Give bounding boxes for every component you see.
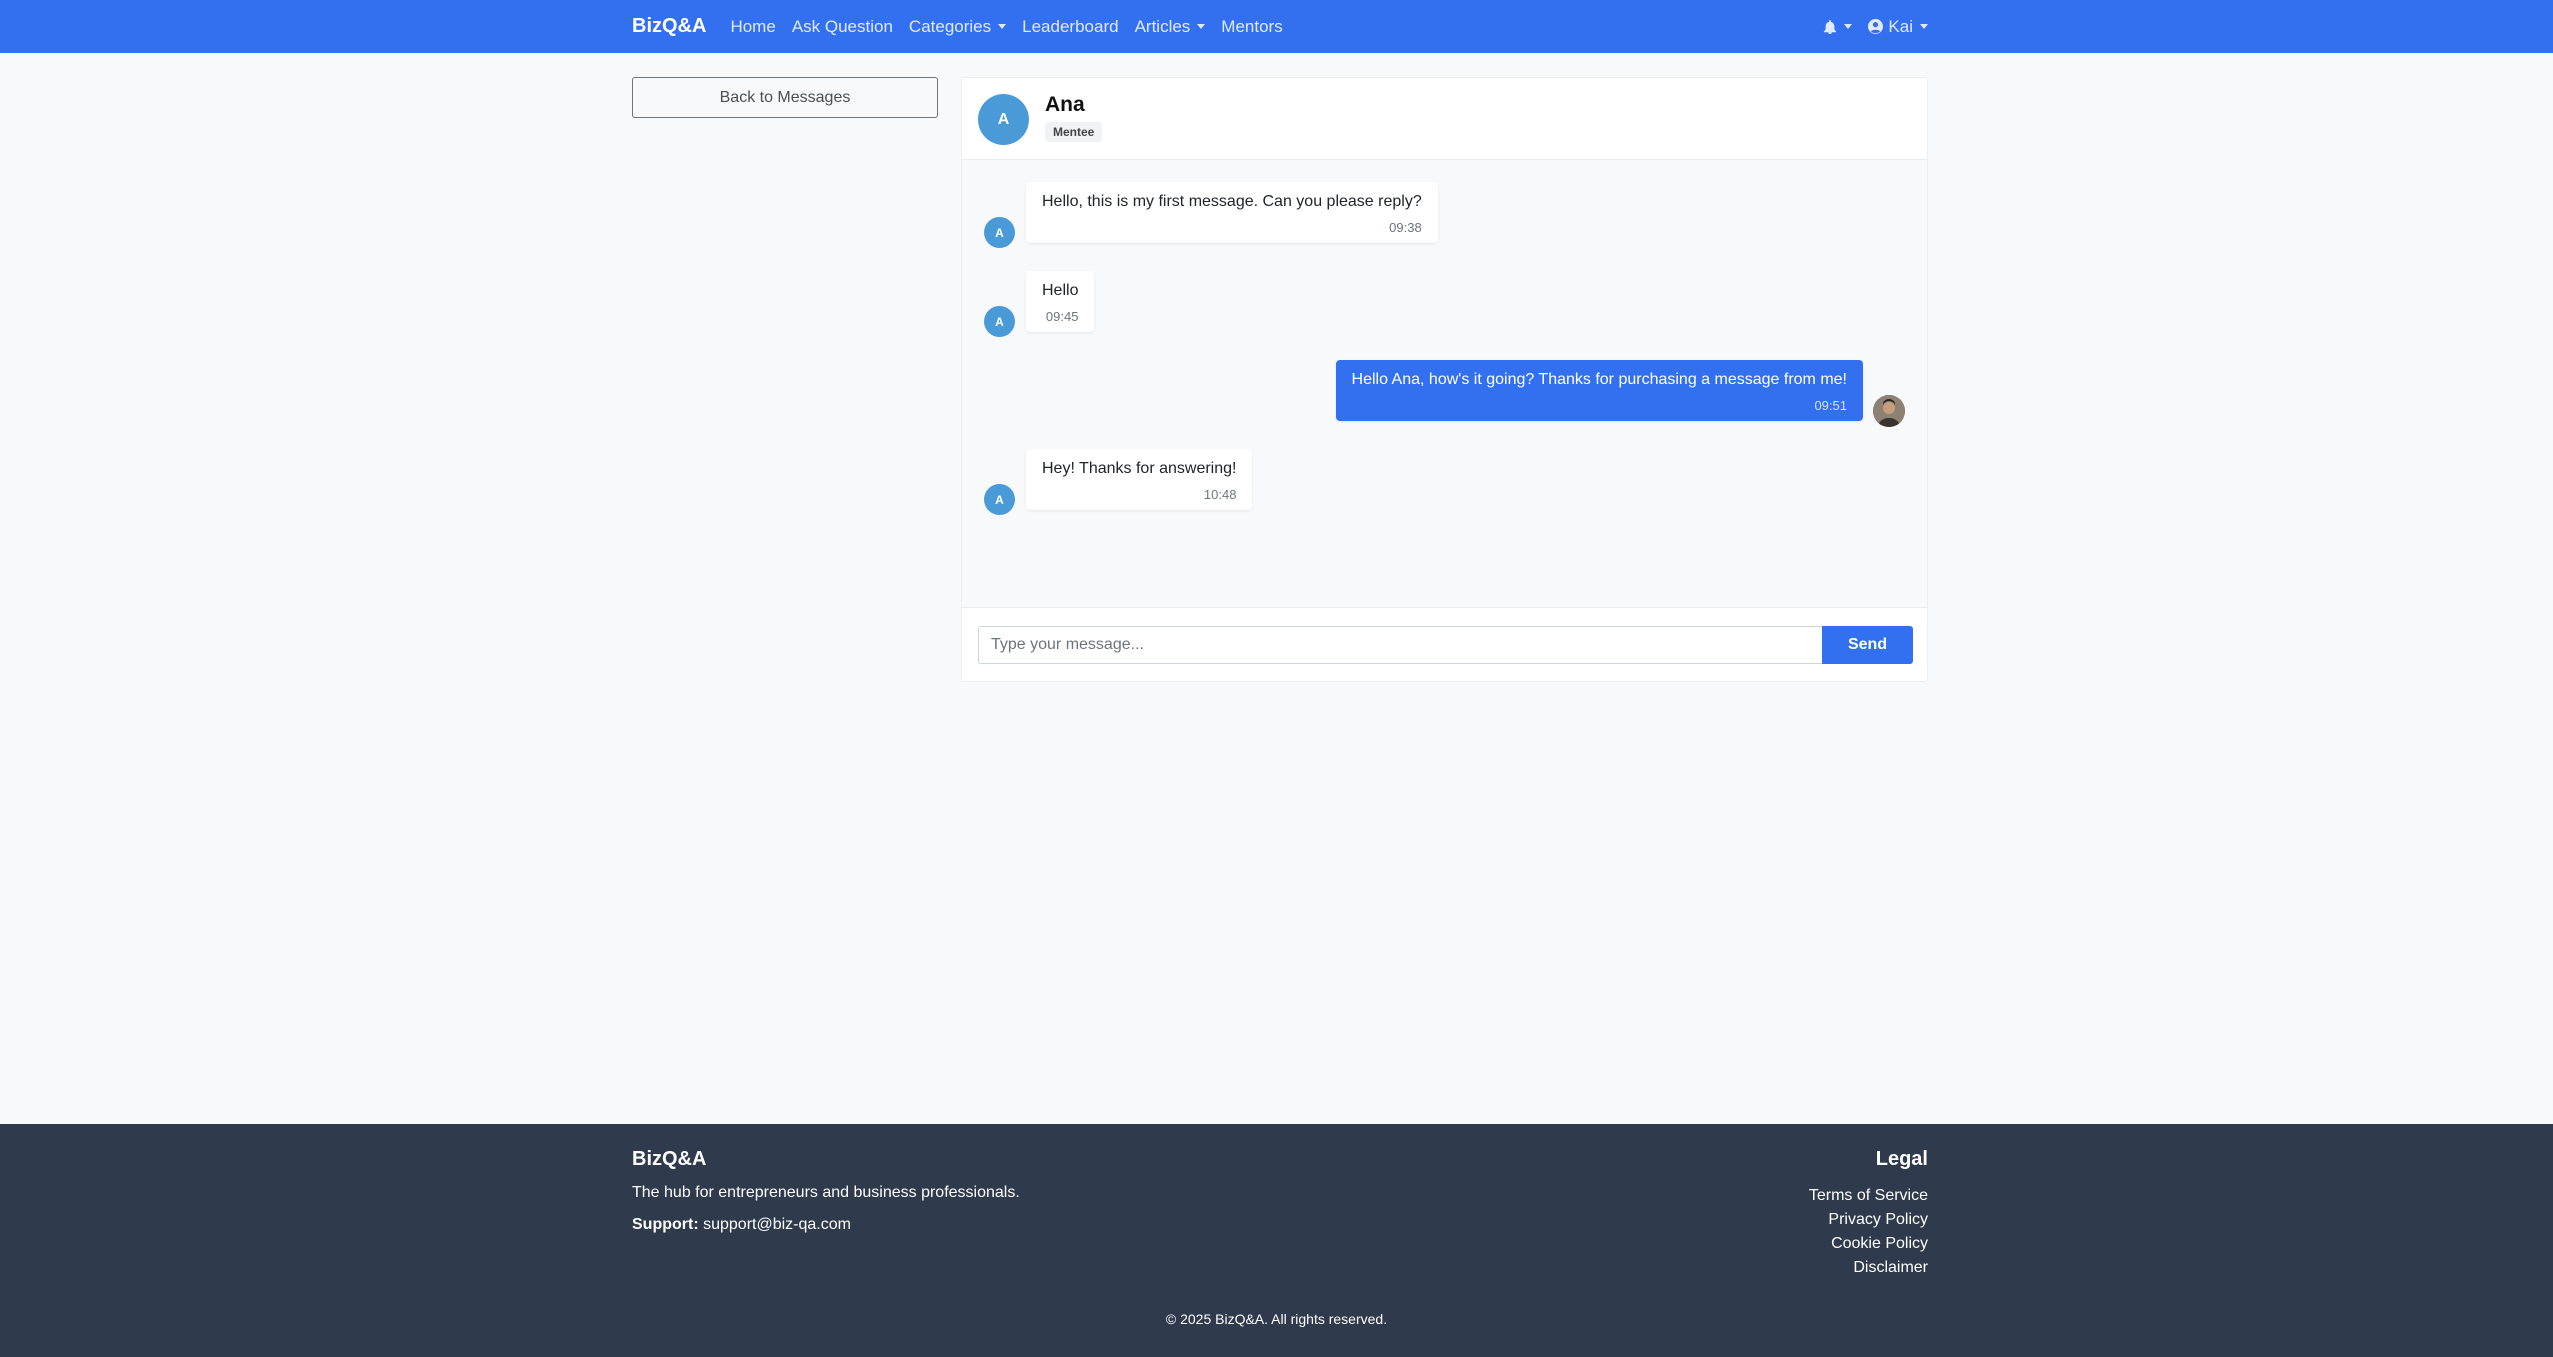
message-time: 09:51: [1814, 398, 1847, 413]
nav-mentors[interactable]: Mentors: [1221, 17, 1282, 37]
message-avatar: A: [984, 484, 1015, 515]
user-menu-dropdown[interactable]: Kai: [1868, 17, 1928, 37]
message-avatar: A: [984, 306, 1015, 337]
footer-copyright: © 2025 BizQ&A. All rights reserved.: [1165, 1311, 1388, 1327]
message-bubble: Hey! Thanks for answering! 10:48: [1026, 449, 1253, 510]
message-bubble: Hello 09:45: [1026, 271, 1095, 332]
navbar-container: BizQ&A Home Ask Question Categories Lead…: [632, 0, 1928, 53]
footer-link-terms[interactable]: Terms of Service: [1809, 1184, 1928, 1208]
message-text: Hello, this is my first message. Can you…: [1042, 193, 1422, 210]
chevron-down-icon: [1844, 24, 1853, 29]
nav-ask-question[interactable]: Ask Question: [792, 17, 893, 37]
footer-support: Support: support@biz-qa.com: [632, 1216, 851, 1234]
back-to-messages-button[interactable]: Back to Messages: [632, 77, 938, 118]
send-button[interactable]: Send: [1822, 626, 1913, 664]
nav-articles-label: Articles: [1134, 16, 1191, 36]
contact-role-badge: Mentee: [1045, 122, 1103, 142]
contact-name: Ana: [1045, 93, 1085, 116]
chevron-down-icon: [1920, 24, 1928, 29]
message-bubble: Hello, this is my first message. Can you…: [1026, 182, 1438, 243]
message-input[interactable]: [978, 626, 1822, 664]
nav-home[interactable]: Home: [730, 17, 775, 37]
contact-avatar: A: [978, 94, 1029, 145]
footer-brand: BizQ&A: [632, 1148, 707, 1170]
message-time: 09:38: [1389, 220, 1422, 235]
message-text: Hey! Thanks for answering!: [1042, 460, 1237, 477]
footer-tagline: The hub for entrepreneurs and business p…: [632, 1184, 1020, 1201]
footer-legal-links: Terms of Service Privacy Policy Cookie P…: [1809, 1184, 1928, 1280]
message-composer: Send: [978, 626, 1913, 664]
message-avatar: A: [984, 217, 1015, 248]
footer-link-cookie[interactable]: Cookie Policy: [1809, 1232, 1928, 1256]
self-avatar: [1873, 395, 1905, 427]
site-footer: BizQ&A The hub for entrepreneurs and bus…: [0, 1124, 2553, 1357]
message-time: 10:48: [1203, 487, 1237, 502]
footer-support-label: Support:: [632, 1216, 699, 1233]
messages-area[interactable]: A Hello, this is my first message. Can y…: [962, 160, 1927, 608]
message-bubble-self: Hello Ana, how's it going? Thanks for pu…: [1335, 360, 1863, 421]
message-time: 09:45: [1045, 309, 1079, 324]
navbar-right: Kai: [1807, 17, 1928, 37]
top-navbar: BizQ&A Home Ask Question Categories Lead…: [0, 0, 2553, 53]
chevron-down-icon: [1197, 24, 1206, 29]
bell-icon: [1824, 19, 1837, 34]
nav-categories-label: Categories: [908, 16, 992, 36]
nav-articles-dropdown[interactable]: Articles: [1135, 17, 1206, 37]
chat-header: A Ana Mentee: [962, 78, 1927, 160]
footer-link-disclaimer[interactable]: Disclaimer: [1809, 1256, 1928, 1280]
nav-categories-dropdown[interactable]: Categories: [908, 16, 1007, 37]
footer-legal-title: Legal: [1875, 1148, 1928, 1170]
footer-support-email[interactable]: support@biz-qa.com: [703, 1216, 851, 1233]
user-name: Kai: [1888, 16, 1913, 36]
chevron-down-icon: [998, 24, 1007, 29]
message-text: Hello: [1042, 282, 1079, 299]
message-text: Hello Ana, how's it going? Thanks for pu…: [1351, 371, 1847, 388]
chat-card: A Ana Mentee A Hello, this is my first m…: [961, 77, 1928, 682]
nav-leaderboard[interactable]: Leaderboard: [1022, 17, 1118, 37]
user-circle-icon: [1868, 19, 1884, 34]
brand-logo[interactable]: BizQ&A: [632, 15, 706, 38]
user-photo-icon: [1873, 395, 1905, 427]
footer-link-privacy[interactable]: Privacy Policy: [1809, 1208, 1928, 1232]
notifications-dropdown[interactable]: [1823, 19, 1853, 34]
